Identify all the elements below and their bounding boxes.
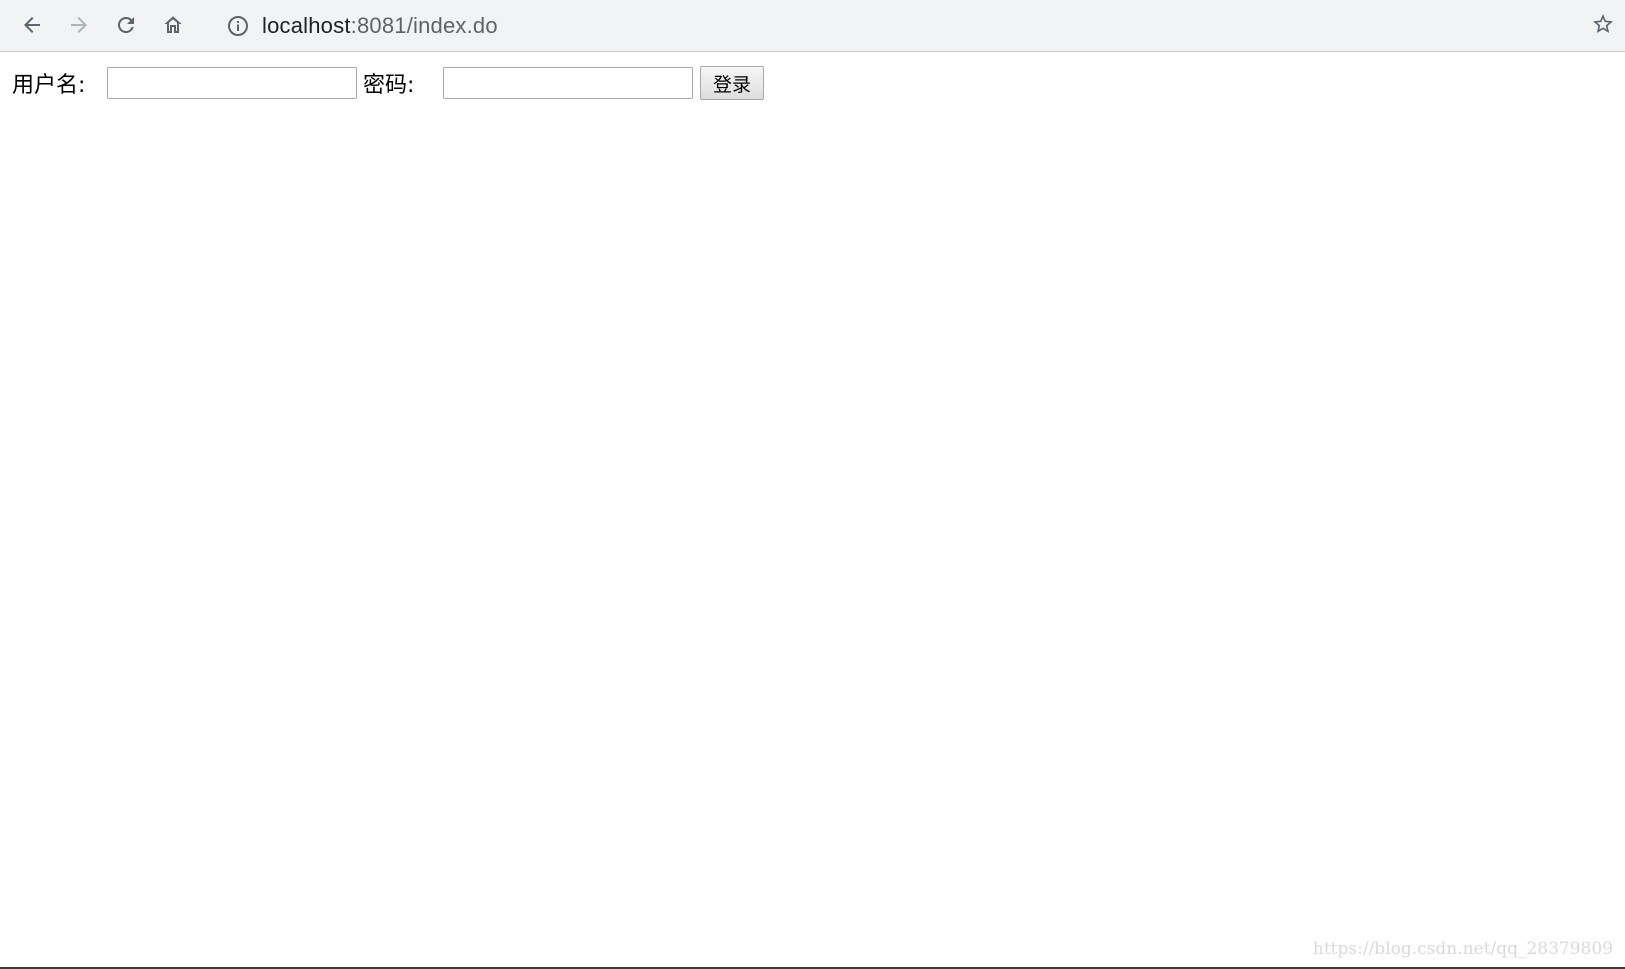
browser-window: localhost:8081/index.do 用户名: 密码: 登录 http…	[0, 0, 1625, 969]
home-icon	[161, 13, 185, 37]
watermark: https://blog.csdn.net/qq_28379809	[1312, 939, 1613, 959]
username-label: 用户名:	[12, 73, 86, 98]
password-input[interactable]	[443, 67, 693, 99]
forward-button[interactable]	[63, 8, 95, 42]
password-label: 密码:	[363, 73, 415, 98]
url-path: :8081/index.do	[350, 13, 498, 38]
reload-button[interactable]	[110, 8, 142, 42]
url-text[interactable]: localhost:8081/index.do	[262, 13, 498, 39]
home-button[interactable]	[157, 8, 189, 42]
page-content: 用户名: 密码: 登录 https://blog.csdn.net/qq_283…	[0, 52, 1625, 969]
login-form: 用户名: 密码: 登录	[12, 66, 764, 100]
address-bar[interactable]: localhost:8081/index.do	[210, 6, 1590, 46]
info-icon[interactable]	[226, 14, 250, 38]
forward-arrow-icon	[67, 13, 91, 37]
url-host: localhost	[262, 13, 351, 38]
back-button[interactable]	[16, 8, 48, 42]
browser-toolbar: localhost:8081/index.do	[0, 0, 1625, 52]
bookmark-button[interactable]	[1587, 10, 1619, 42]
star-icon	[1591, 12, 1615, 40]
reload-icon	[114, 13, 138, 37]
login-button[interactable]: 登录	[700, 66, 764, 100]
back-arrow-icon	[20, 13, 44, 37]
username-input[interactable]	[107, 67, 357, 99]
